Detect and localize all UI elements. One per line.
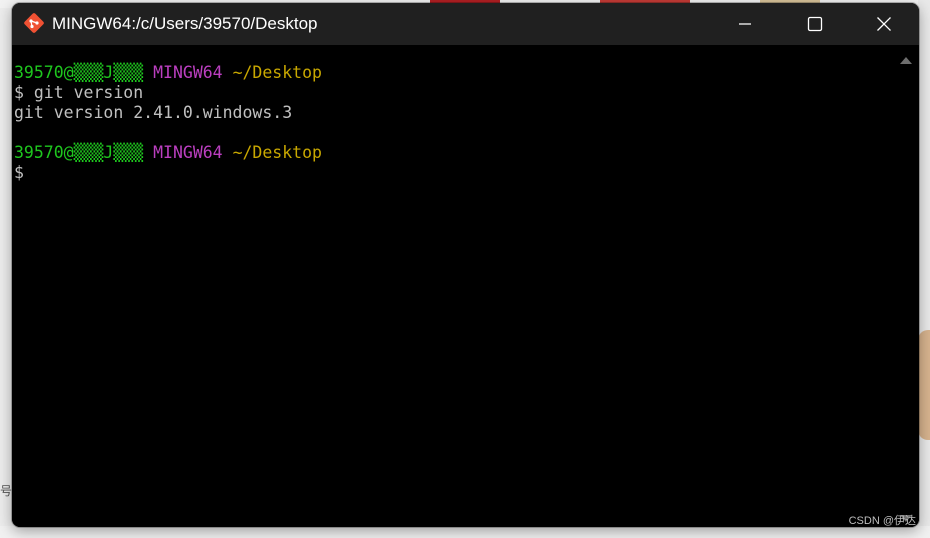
prompt-system: MINGW64 (153, 63, 223, 82)
prompt-line: 39570@▒▒▒J▒▒▒ MINGW64 ~/Desktop (14, 143, 893, 163)
prompt-line: 39570@▒▒▒J▒▒▒ MINGW64 ~/Desktop (14, 63, 893, 83)
terminal-window[interactable]: MINGW64:/c/Users/39570/Desktop 39570@▒▒▒… (12, 3, 919, 527)
command-line: $ git version (14, 83, 144, 102)
input-line[interactable]: $ (14, 163, 893, 183)
title-bar[interactable]: MINGW64:/c/Users/39570/Desktop (12, 3, 919, 45)
minimize-icon (739, 23, 751, 25)
prompt-system: MINGW64 (153, 143, 223, 162)
minimize-button[interactable] (710, 3, 780, 45)
csdn-watermark: CSDN @伊达 (848, 515, 916, 527)
desktop-bottom-strip (0, 526, 930, 538)
desktop-right-edge (918, 0, 930, 538)
desktop-background-text: 号 (0, 484, 13, 498)
close-icon (877, 17, 891, 31)
close-button[interactable] (849, 3, 919, 45)
prompt-user-host: 39570@▒▒▒J▒▒▒ (14, 63, 144, 82)
window-title: MINGW64:/c/Users/39570/Desktop (52, 14, 318, 33)
prompt-path: ~/Desktop (232, 143, 322, 162)
prompt-user-host: 39570@▒▒▒J▒▒▒ (14, 143, 144, 162)
desktop-illustration (918, 330, 930, 440)
vertical-scrollbar[interactable] (893, 45, 919, 527)
git-bash-icon (24, 13, 44, 33)
scroll-up-arrow-icon[interactable] (900, 57, 912, 64)
prompt-path: ~/Desktop (232, 63, 322, 82)
command-output: git version 2.41.0.windows.3 (14, 103, 293, 122)
maximize-icon (807, 16, 823, 32)
maximize-button[interactable] (780, 3, 850, 45)
terminal-output[interactable]: 39570@▒▒▒J▒▒▒ MINGW64 ~/Desktop $ git ve… (12, 45, 893, 527)
